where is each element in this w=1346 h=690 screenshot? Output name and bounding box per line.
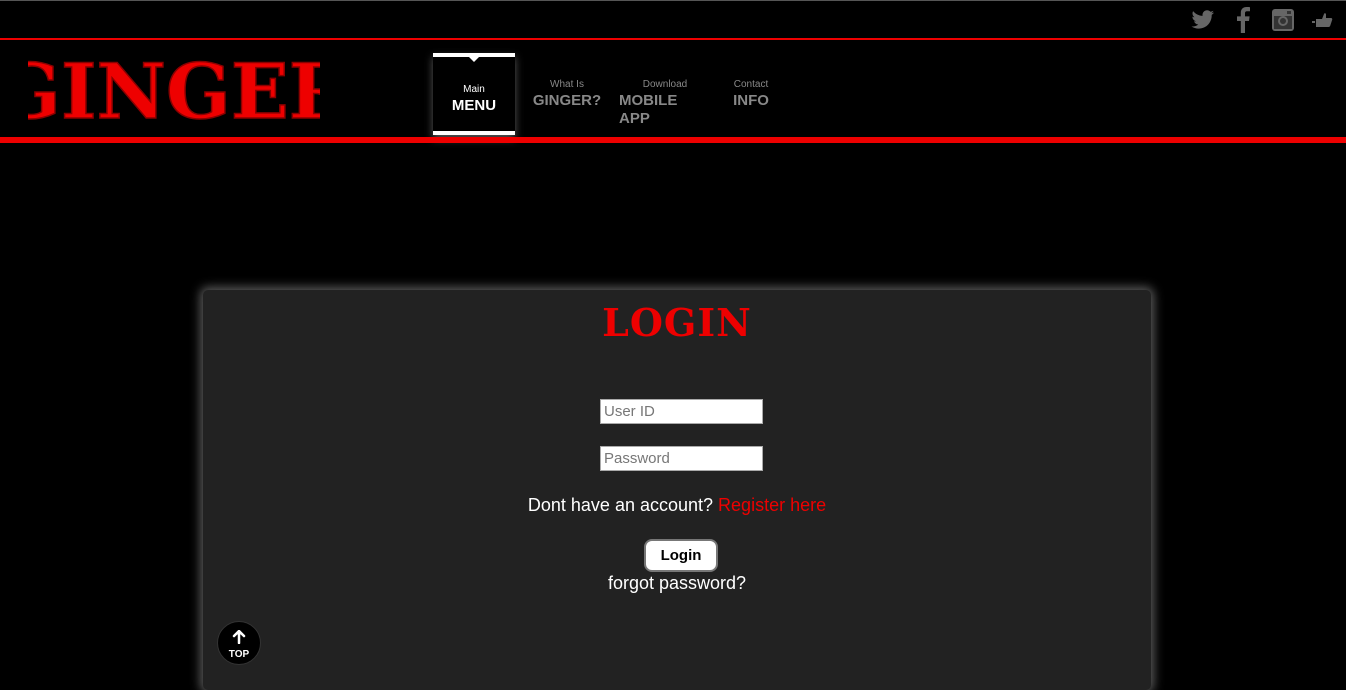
twitter-icon[interactable] [1190,7,1216,33]
forgot-password-link[interactable]: forgot password? [203,573,1151,594]
scroll-top-button[interactable]: TOP [217,621,261,665]
scroll-top-label: TOP [228,649,250,660]
arrow-up-icon [232,629,246,649]
nav-main-menu-small: Main [463,84,485,95]
logo-text: GINGER [28,48,320,130]
ginger-logo[interactable]: GINGER [0,46,354,137]
nav-contact-info[interactable]: Contact INFO [731,53,771,110]
social-links [1190,7,1336,33]
nav-contact-small: Contact [733,79,769,90]
main-nav: Main MENU What Is GINGER? Download MOBIL… [433,53,791,135]
instagram-icon[interactable] [1270,7,1296,33]
user-id-input[interactable] [600,399,763,424]
login-button[interactable]: Login [644,539,718,572]
site-header: GINGER Main MENU What Is GINGER? Downloa… [0,40,1346,137]
top-bar [0,0,1346,38]
nav-download-small: Download [642,79,688,90]
nav-download-app[interactable]: Download MOBILE APP [619,53,711,128]
nav-what-is-ginger[interactable]: What Is GINGER? [532,53,602,110]
password-input[interactable] [600,446,763,471]
facebook-icon[interactable] [1230,7,1256,33]
header-divider [0,137,1346,143]
nav-main-menu-label: MENU [451,97,497,114]
nav-what-is-label: GINGER? [532,92,602,109]
register-prompt: Dont have an account? [527,495,714,515]
nav-download-label: MOBILE APP [619,92,678,127]
nav-contact-label: INFO [733,92,769,109]
login-panel: LOGIN Dont have an account? Register her… [203,290,1151,690]
login-title: LOGIN [602,300,752,345]
register-link[interactable]: Register here [718,495,826,515]
register-line: Dont have an account? Register here [203,495,1151,516]
nav-what-is-small: What Is [550,79,584,90]
thumbs-up-icon[interactable] [1310,7,1336,33]
nav-main-menu[interactable]: Main MENU [433,53,515,135]
